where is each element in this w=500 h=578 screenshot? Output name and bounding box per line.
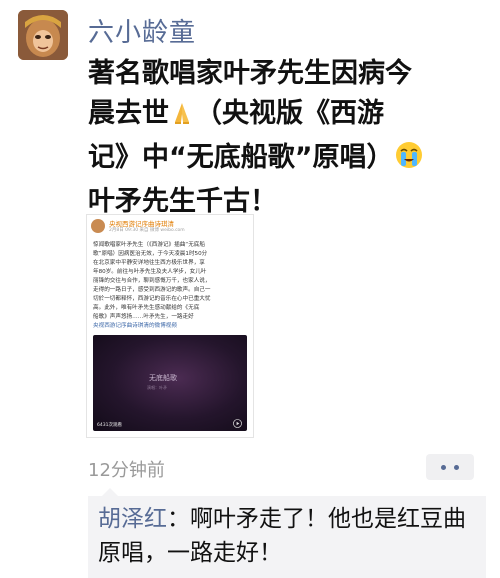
video-view-count: 6431次观看: [97, 423, 122, 428]
post-timestamp: 12分钟前: [88, 460, 165, 481]
post-text-line-3-text: 记》中“无底船歌”原唱）: [88, 142, 394, 173]
post-text-line-2-start: 晨去世: [88, 98, 169, 129]
post-author-name[interactable]: 六小龄童: [88, 12, 196, 49]
pray-emoji-icon: [169, 98, 195, 138]
video-title: 无底船歌: [149, 374, 177, 382]
play-icon: [233, 419, 242, 428]
comment-separator: ：: [167, 506, 190, 532]
comments-section: 胡泽红：啊叶矛走了！他也是红豆曲原唱，一路走好！: [88, 488, 486, 578]
embedded-body-line: 惊闻歌唱家叶矛先生（《西游记》插曲“无底船: [93, 242, 205, 248]
embedded-body-line: 船歌》声声悠扬……叶矛先生，一路走好: [93, 314, 194, 320]
commenter-name[interactable]: 胡泽红: [98, 506, 167, 532]
embedded-body: 惊闻歌唱家叶矛先生（《西游记》插曲“无底船 歌”原唱）因病医治无效，于今天凌晨1…: [93, 241, 249, 331]
embedded-body-line: 丽锋的交往与合作，聊到感慨万千，也家人说，: [93, 278, 211, 284]
post-text-line-2-end: （央视版《西游: [195, 98, 384, 129]
embedded-meta: 2月8日 09:30 来自 微博 weibo.com: [109, 228, 185, 233]
author-avatar[interactable]: [18, 10, 68, 60]
embedded-video-thumbnail: 无底船歌 演唱：叶矛 6431次观看: [93, 335, 247, 431]
embedded-weibo-screenshot[interactable]: 央视西游记序曲诗琪清 2月8日 09:30 来自 微博 weibo.com 惊闻…: [86, 214, 254, 438]
comment-item[interactable]: 胡泽红：啊叶矛走了！他也是红豆曲原唱，一路走好！: [98, 502, 478, 570]
embedded-header: 央视西游记序曲诗琪清 2月8日 09:30 来自 微博 weibo.com: [91, 219, 249, 237]
post-text: 著名歌唱家叶矛先生因病今 晨去世 （央视版《西游 记》中“无底船歌”原唱） 叶矛先…: [88, 54, 488, 222]
monkey-king-avatar-image: [18, 10, 68, 60]
embedded-avatar: [91, 219, 105, 233]
crying-face-emoji-icon: [394, 140, 424, 182]
more-actions-button[interactable]: [426, 454, 474, 480]
embedded-body-line: 歌”原唱）因病医治无效，于今天凌晨1时50分: [93, 251, 208, 257]
more-dot-icon: [441, 465, 446, 470]
embedded-body-line: 高。此外，唯有叶矛先生感动献给的《无底: [93, 305, 200, 311]
post-text-line-2: 晨去世 （央视版《西游: [88, 94, 488, 138]
embedded-body-line: 走得的一路日子，感受到西游记的歌声。自己一: [93, 287, 211, 293]
post-text-line-3: 记》中“无底船歌”原唱）: [88, 138, 488, 182]
video-subtitle: 演唱：叶矛: [147, 385, 167, 390]
post-text-line-1: 著名歌唱家叶矛先生因病今: [88, 58, 412, 89]
embedded-body-line: 切於一切都释怀，西游记的音乐在心中已重大忧: [93, 296, 211, 302]
embedded-video-link: 央视西游记序曲诗琪清的微博视频: [93, 323, 177, 329]
more-dot-icon: [454, 465, 459, 470]
embedded-body-line: 年80岁。前往与叶矛先生及夫人学步，女儿叶: [93, 269, 207, 275]
embedded-body-line: 在北京家中平静安详地往生西方极乐世界，享: [93, 260, 205, 266]
